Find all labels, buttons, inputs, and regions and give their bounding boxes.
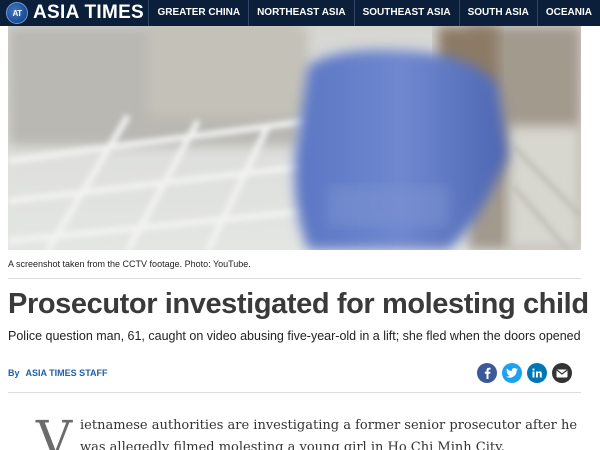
divider [8, 278, 581, 279]
linkedin-icon [532, 368, 542, 378]
twitter-share-button[interactable] [502, 363, 522, 383]
logo-text: ASIA TIMES [33, 2, 145, 23]
email-share-button[interactable] [552, 363, 572, 383]
section-nav: GREATER CHINA NORTHEAST ASIA SOUTHEAST A… [148, 0, 600, 26]
article-dropcap: V [36, 410, 73, 450]
nav-item-southeast-asia[interactable]: SOUTHEAST ASIA [353, 0, 459, 26]
twitter-icon [506, 368, 518, 378]
nav-item-greater-china[interactable]: GREATER CHINA [148, 0, 248, 26]
divider [8, 392, 581, 393]
article-subheadline: Police question man, 61, caught on video… [8, 329, 581, 343]
article-body-line: was allegedly filmed molesting a young g… [80, 440, 505, 450]
article-body-line: ietnamese authorities are investigating … [80, 418, 578, 433]
author-link[interactable]: ASIA TIMES STAFF [26, 368, 108, 378]
logo-globe-icon: AT [6, 2, 28, 24]
site-logo[interactable]: AT ASIA TIMES [0, 0, 148, 26]
top-navigation-bar: AT ASIA TIMES GREATER CHINA NORTHEAST AS… [0, 0, 600, 26]
article-headline: Prosecutor investigated for molesting ch… [8, 288, 589, 320]
share-buttons [477, 363, 572, 383]
nav-item-oceania[interactable]: OCEANIA [536, 0, 600, 26]
facebook-icon [484, 367, 491, 379]
byline: By ASIA TIMES STAFF [8, 368, 108, 378]
email-icon [556, 369, 568, 377]
facebook-share-button[interactable] [477, 363, 497, 383]
article-hero-image [8, 26, 581, 250]
byline-prefix: By [8, 368, 20, 378]
article-body: ietnamese authorities are investigating … [80, 415, 590, 450]
nav-item-northeast-asia[interactable]: NORTHEAST ASIA [248, 0, 354, 26]
photo-caption: A screenshot taken from the CCTV footage… [8, 259, 251, 269]
nav-item-south-asia[interactable]: SOUTH ASIA [458, 0, 537, 26]
linkedin-share-button[interactable] [527, 363, 547, 383]
